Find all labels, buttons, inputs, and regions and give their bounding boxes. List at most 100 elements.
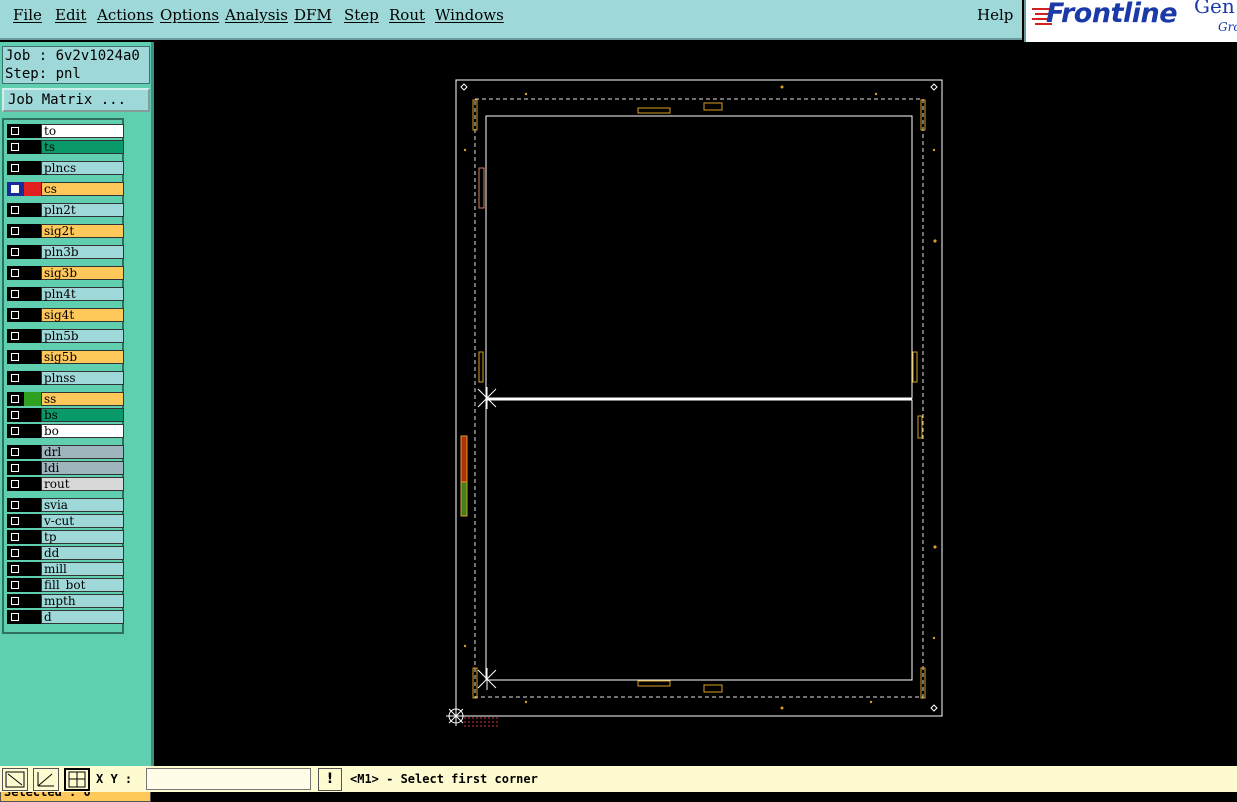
layer-checkbox[interactable] xyxy=(7,546,24,560)
layer-row[interactable]: dd xyxy=(6,546,124,560)
layer-name[interactable]: mpth xyxy=(41,594,124,608)
layer-name[interactable]: d xyxy=(41,610,124,624)
layer-name[interactable]: to xyxy=(41,124,124,138)
layer-checkbox[interactable] xyxy=(7,498,24,512)
layer-name[interactable]: pln3b xyxy=(41,245,124,259)
layer-checkbox[interactable] xyxy=(7,224,24,238)
menu-rout[interactable]: Rout xyxy=(389,6,425,24)
layer-checkbox[interactable] xyxy=(7,530,24,544)
layer-checkbox[interactable] xyxy=(7,594,24,608)
layer-color-swatch[interactable] xyxy=(24,445,41,459)
layer-row[interactable]: mpth xyxy=(6,594,124,608)
layer-name[interactable]: sig5b xyxy=(41,350,124,364)
layer-checkbox[interactable] xyxy=(7,245,24,259)
layer-name[interactable]: plncs xyxy=(41,161,124,175)
layer-name[interactable]: sig4t xyxy=(41,308,124,322)
layer-name[interactable]: plnss xyxy=(41,371,124,385)
layer-color-swatch[interactable] xyxy=(24,514,41,528)
layer-name[interactable]: v-cut xyxy=(41,514,124,528)
layer-color-swatch[interactable] xyxy=(24,498,41,512)
layer-name[interactable]: sig3b xyxy=(41,266,124,280)
layer-color-swatch[interactable] xyxy=(24,350,41,364)
layer-checkbox[interactable] xyxy=(7,461,24,475)
menu-options[interactable]: Options xyxy=(160,6,219,24)
layer-name[interactable]: svia xyxy=(41,498,124,512)
layer-name[interactable]: pln2t xyxy=(41,203,124,217)
layer-name[interactable]: sig2t xyxy=(41,224,124,238)
layer-checkbox[interactable] xyxy=(7,124,24,138)
layer-checkbox[interactable] xyxy=(7,182,24,196)
layer-row[interactable]: pln3b xyxy=(6,245,124,259)
layer-name[interactable]: rout xyxy=(41,477,124,491)
layer-name[interactable]: fill_bot xyxy=(41,578,124,592)
layer-row[interactable]: to xyxy=(6,124,124,138)
menu-edit[interactable]: Edit xyxy=(55,6,86,24)
layer-name[interactable]: mill xyxy=(41,562,124,576)
layer-color-swatch[interactable] xyxy=(24,329,41,343)
layer-color-swatch[interactable] xyxy=(24,182,41,196)
layer-row[interactable]: plncs xyxy=(6,161,124,175)
layer-name[interactable]: ss xyxy=(41,392,124,406)
layer-checkbox[interactable] xyxy=(7,445,24,459)
layer-row[interactable]: pln4t xyxy=(6,287,124,301)
layer-color-swatch[interactable] xyxy=(24,161,41,175)
xy-input[interactable] xyxy=(146,768,311,790)
layer-row[interactable]: bo xyxy=(6,424,124,438)
layer-name[interactable]: dd xyxy=(41,546,124,560)
zoom-window-button[interactable] xyxy=(2,768,28,791)
layer-color-swatch[interactable] xyxy=(24,461,41,475)
layer-color-swatch[interactable] xyxy=(24,266,41,280)
layer-row[interactable]: svia xyxy=(6,498,124,512)
layer-row[interactable]: ldi xyxy=(6,461,124,475)
menu-help[interactable]: Help xyxy=(977,6,1013,24)
layer-row[interactable]: drl xyxy=(6,445,124,459)
layer-row[interactable]: sig2t xyxy=(6,224,124,238)
layer-color-swatch[interactable] xyxy=(24,610,41,624)
layer-checkbox[interactable] xyxy=(7,578,24,592)
layer-color-swatch[interactable] xyxy=(24,594,41,608)
menu-file[interactable]: File xyxy=(13,6,42,24)
layer-checkbox[interactable] xyxy=(7,350,24,364)
menu-windows[interactable]: Windows xyxy=(435,6,504,24)
graphics-canvas[interactable] xyxy=(154,42,1237,766)
layer-name[interactable]: bo xyxy=(41,424,124,438)
layer-name[interactable]: pln5b xyxy=(41,329,124,343)
layer-row[interactable]: pln5b xyxy=(6,329,124,343)
layer-color-swatch[interactable] xyxy=(24,424,41,438)
layer-checkbox[interactable] xyxy=(7,514,24,528)
layer-row[interactable]: v-cut xyxy=(6,514,124,528)
menu-dfm[interactable]: DFM xyxy=(294,6,332,24)
layer-color-swatch[interactable] xyxy=(24,308,41,322)
layer-checkbox[interactable] xyxy=(7,161,24,175)
snap-grid-button[interactable] xyxy=(64,768,90,791)
layer-checkbox[interactable] xyxy=(7,140,24,154)
layer-name[interactable]: drl xyxy=(41,445,124,459)
layer-color-swatch[interactable] xyxy=(24,392,41,406)
layer-color-swatch[interactable] xyxy=(24,124,41,138)
layer-name[interactable]: ldi xyxy=(41,461,124,475)
layer-name[interactable]: cs xyxy=(41,182,124,196)
layer-name[interactable]: tp xyxy=(41,530,124,544)
layer-name[interactable]: pln4t xyxy=(41,287,124,301)
layer-color-swatch[interactable] xyxy=(24,546,41,560)
alert-button[interactable]: ! xyxy=(318,768,342,791)
layer-name[interactable]: bs xyxy=(41,408,124,422)
job-matrix-button[interactable]: Job Matrix ... xyxy=(2,88,150,112)
layer-row[interactable]: ts xyxy=(6,140,124,154)
layer-name[interactable]: ts xyxy=(41,140,124,154)
layer-row[interactable]: sig3b xyxy=(6,266,124,280)
layer-color-swatch[interactable] xyxy=(24,578,41,592)
layer-checkbox[interactable] xyxy=(7,477,24,491)
layer-checkbox[interactable] xyxy=(7,562,24,576)
layer-row[interactable]: cs xyxy=(6,182,124,196)
layer-row[interactable]: tp xyxy=(6,530,124,544)
layer-color-swatch[interactable] xyxy=(24,287,41,301)
layer-checkbox[interactable] xyxy=(7,329,24,343)
layer-color-swatch[interactable] xyxy=(24,371,41,385)
layer-checkbox[interactable] xyxy=(7,203,24,217)
layer-checkbox[interactable] xyxy=(7,392,24,406)
layer-row[interactable]: fill_bot xyxy=(6,578,124,592)
layer-row[interactable]: ss xyxy=(6,392,124,406)
layer-color-swatch[interactable] xyxy=(24,477,41,491)
menu-step[interactable]: Step xyxy=(344,6,379,24)
